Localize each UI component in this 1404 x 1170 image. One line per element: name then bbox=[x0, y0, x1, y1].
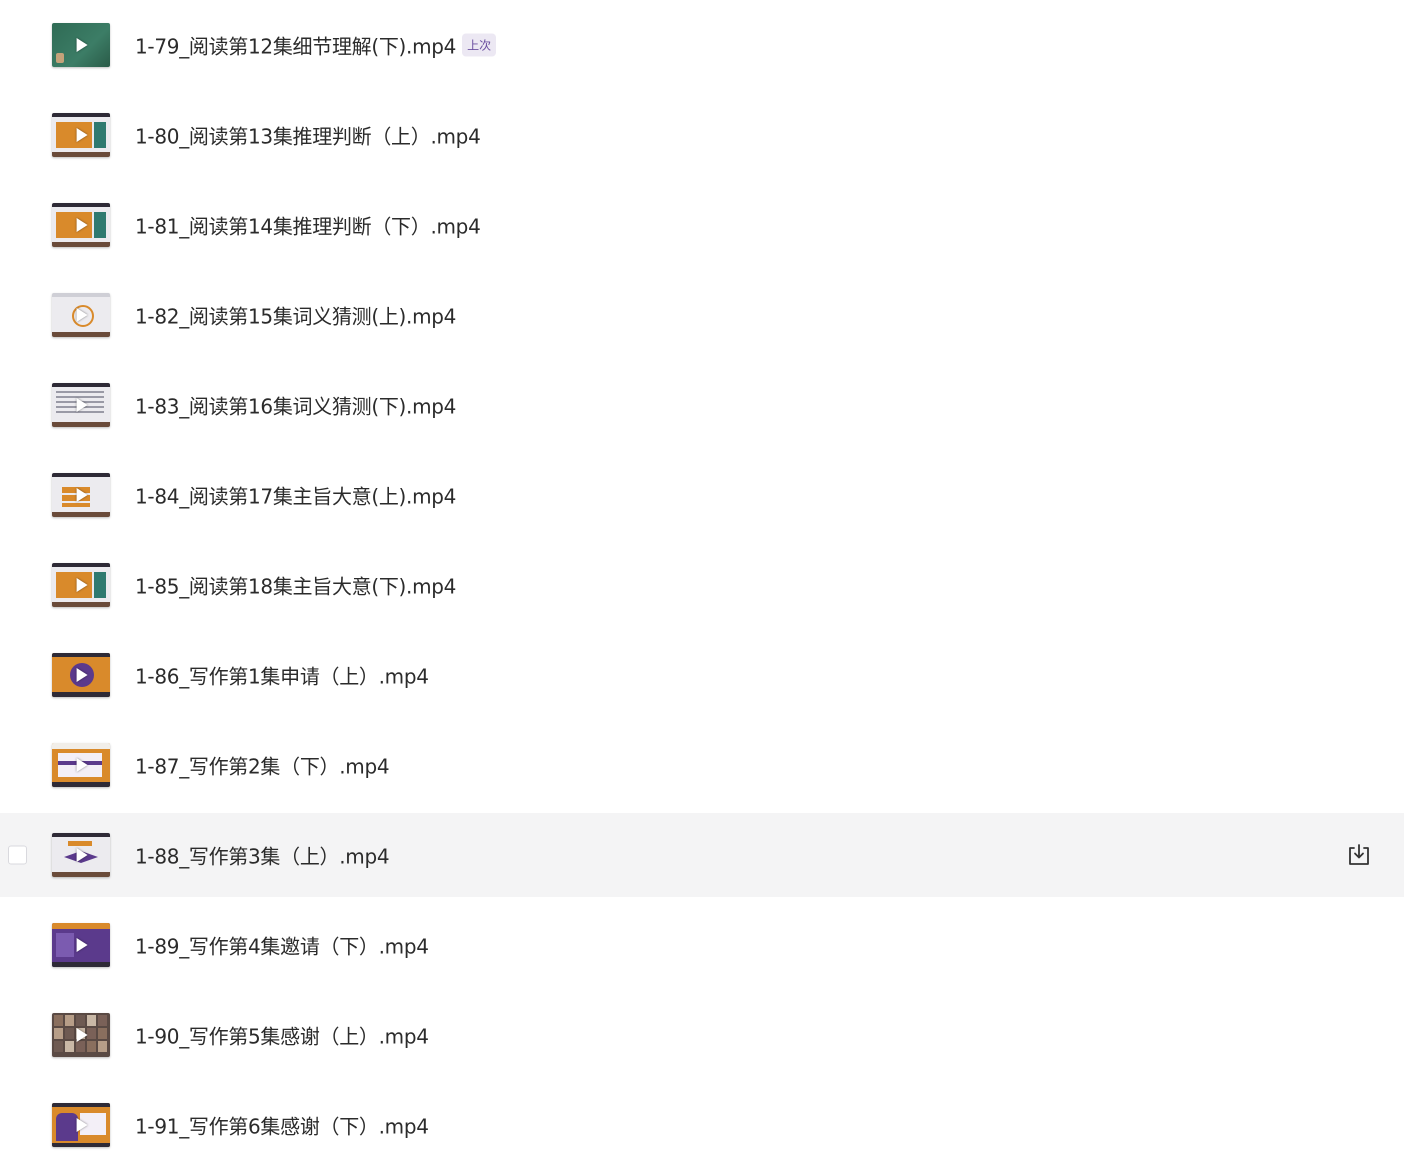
video-thumbnail[interactable] bbox=[52, 1103, 110, 1147]
video-thumbnail[interactable] bbox=[52, 293, 110, 337]
video-thumbnail[interactable] bbox=[52, 743, 110, 787]
file-name[interactable]: 1-89_写作第4集邀请（下）.mp4 bbox=[135, 931, 429, 960]
play-icon bbox=[76, 1118, 88, 1132]
file-name[interactable]: 1-84_阅读第17集主旨大意(上).mp4 bbox=[135, 481, 456, 510]
file-name[interactable]: 1-82_阅读第15集词义猜测(上).mp4 bbox=[135, 301, 456, 330]
file-name[interactable]: 1-86_写作第1集申请（上）.mp4 bbox=[135, 661, 429, 690]
file-name-cell[interactable]: 1-86_写作第1集申请（上）.mp4 bbox=[135, 661, 429, 690]
file-name[interactable]: 1-79_阅读第12集细节理解(下).mp4 bbox=[135, 31, 456, 60]
file-name[interactable]: 1-90_写作第5集感谢（上）.mp4 bbox=[135, 1021, 429, 1050]
file-name[interactable]: 1-88_写作第3集（上）.mp4 bbox=[135, 841, 390, 870]
play-icon bbox=[76, 128, 88, 142]
play-icon bbox=[76, 38, 88, 52]
file-row[interactable]: 1-89_写作第4集邀请（下）.mp4 bbox=[0, 900, 1404, 990]
file-name[interactable]: 1-85_阅读第18集主旨大意(下).mp4 bbox=[135, 571, 456, 600]
video-thumbnail[interactable] bbox=[52, 833, 110, 877]
video-thumbnail[interactable] bbox=[52, 923, 110, 967]
file-name[interactable]: 1-81_阅读第14集推理判断（下）.mp4 bbox=[135, 211, 481, 240]
file-name-cell[interactable]: 1-80_阅读第13集推理判断（上）.mp4 bbox=[135, 121, 481, 150]
file-name-cell[interactable]: 1-88_写作第3集（上）.mp4 bbox=[135, 841, 390, 870]
file-list: 1-79_阅读第12集细节理解(下).mp4 上次 1-80_阅读第13集推理判断（… bbox=[0, 0, 1404, 1170]
file-row[interactable]: 1-91_写作第6集感谢（下）.mp4 bbox=[0, 1080, 1404, 1170]
play-icon bbox=[76, 668, 88, 682]
file-row[interactable]: 1-87_写作第2集（下）.mp4 bbox=[0, 720, 1404, 810]
file-row[interactable]: 1-90_写作第5集感谢（上）.mp4 bbox=[0, 990, 1404, 1080]
play-icon bbox=[76, 758, 88, 772]
file-row[interactable]: 1-81_阅读第14集推理判断（下）.mp4 bbox=[0, 180, 1404, 270]
file-row[interactable]: 1-84_阅读第17集主旨大意(上).mp4 bbox=[0, 450, 1404, 540]
video-thumbnail[interactable] bbox=[52, 383, 110, 427]
file-row[interactable]: 1-79_阅读第12集细节理解(下).mp4 上次 bbox=[0, 0, 1404, 90]
file-name-cell[interactable]: 1-85_阅读第18集主旨大意(下).mp4 bbox=[135, 571, 456, 600]
play-icon bbox=[76, 218, 88, 232]
file-row[interactable]: 1-80_阅读第13集推理判断（上）.mp4 bbox=[0, 90, 1404, 180]
file-row[interactable]: 1-85_阅读第18集主旨大意(下).mp4 bbox=[0, 540, 1404, 630]
file-name[interactable]: 1-83_阅读第16集词义猜测(下).mp4 bbox=[135, 391, 456, 420]
file-name-cell[interactable]: 1-82_阅读第15集词义猜测(上).mp4 bbox=[135, 301, 456, 330]
play-icon bbox=[76, 578, 88, 592]
video-thumbnail[interactable] bbox=[52, 653, 110, 697]
file-row[interactable]: 1-82_阅读第15集词义猜测(上).mp4 bbox=[0, 270, 1404, 360]
download-icon[interactable] bbox=[1346, 842, 1372, 868]
last-played-badge: 上次 bbox=[462, 33, 497, 57]
file-name-cell[interactable]: 1-91_写作第6集感谢（下）.mp4 bbox=[135, 1111, 429, 1140]
file-row[interactable]: 1-88_写作第3集（上）.mp4 bbox=[0, 813, 1404, 897]
file-name-cell[interactable]: 1-89_写作第4集邀请（下）.mp4 bbox=[135, 931, 429, 960]
play-icon bbox=[76, 488, 88, 502]
file-name-cell[interactable]: 1-81_阅读第14集推理判断（下）.mp4 bbox=[135, 211, 481, 240]
file-name-cell[interactable]: 1-79_阅读第12集细节理解(下).mp4 上次 bbox=[135, 31, 497, 60]
video-thumbnail[interactable] bbox=[52, 23, 110, 67]
play-icon bbox=[76, 1028, 88, 1042]
video-thumbnail[interactable] bbox=[52, 113, 110, 157]
play-icon bbox=[76, 938, 88, 952]
file-name-cell[interactable]: 1-84_阅读第17集主旨大意(上).mp4 bbox=[135, 481, 456, 510]
file-name-cell[interactable]: 1-83_阅读第16集词义猜测(下).mp4 bbox=[135, 391, 456, 420]
play-icon bbox=[76, 398, 88, 412]
file-name-cell[interactable]: 1-87_写作第2集（下）.mp4 bbox=[135, 751, 390, 780]
row-checkbox[interactable] bbox=[8, 845, 27, 865]
video-thumbnail[interactable] bbox=[52, 1013, 110, 1057]
file-name[interactable]: 1-91_写作第6集感谢（下）.mp4 bbox=[135, 1111, 429, 1140]
file-name[interactable]: 1-87_写作第2集（下）.mp4 bbox=[135, 751, 390, 780]
play-icon bbox=[76, 848, 88, 862]
file-name[interactable]: 1-80_阅读第13集推理判断（上）.mp4 bbox=[135, 121, 481, 150]
video-thumbnail[interactable] bbox=[52, 473, 110, 517]
video-thumbnail[interactable] bbox=[52, 203, 110, 247]
play-icon bbox=[76, 308, 88, 322]
file-name-cell[interactable]: 1-90_写作第5集感谢（上）.mp4 bbox=[135, 1021, 429, 1050]
file-row[interactable]: 1-86_写作第1集申请（上）.mp4 bbox=[0, 630, 1404, 720]
file-row[interactable]: 1-83_阅读第16集词义猜测(下).mp4 bbox=[0, 360, 1404, 450]
video-thumbnail[interactable] bbox=[52, 563, 110, 607]
